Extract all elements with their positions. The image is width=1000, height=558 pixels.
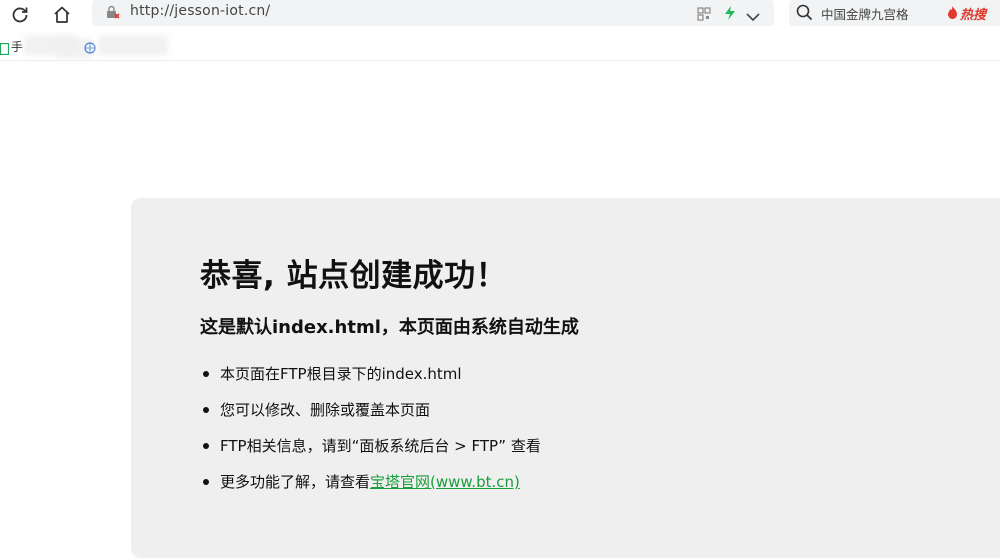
not-secure-icon[interactable] bbox=[105, 5, 121, 25]
bookmark-page-icon bbox=[0, 40, 10, 59]
list-item: 本页面在FTP根目录下的index.html bbox=[200, 362, 541, 398]
globe-icon bbox=[84, 39, 96, 58]
browser-toolbar: http://jesson-iot.cn/ 中国金牌九宫格 热搜 bbox=[0, 0, 1000, 30]
reload-icon[interactable] bbox=[8, 3, 32, 27]
home-icon[interactable] bbox=[50, 3, 74, 27]
page-subtitle: 这是默认index.html，本页面由系统自动生成 bbox=[200, 317, 579, 338]
bullet-icon bbox=[203, 407, 209, 413]
bullet-icon bbox=[203, 443, 209, 449]
list-item: FTP相关信息，请到“面板系统后台 > FTP” 查看 bbox=[200, 434, 541, 470]
bookmarks-bar: 手 bbox=[0, 32, 1000, 61]
chevron-down-icon[interactable] bbox=[746, 7, 760, 26]
bullet-icon bbox=[203, 371, 209, 377]
list-item-text: 更多功能了解，请查看 bbox=[220, 473, 371, 491]
qr-code-icon[interactable] bbox=[697, 6, 711, 25]
bt-official-link[interactable]: 宝塔官网(www.bt.cn) bbox=[370, 473, 520, 491]
search-icon[interactable] bbox=[796, 4, 813, 25]
fire-icon bbox=[946, 5, 959, 24]
search-input[interactable]: 中国金牌九宫格 bbox=[821, 4, 909, 23]
list-item-text: 本页面在FTP根目录下的index.html bbox=[220, 365, 462, 383]
list-item-text: FTP相关信息，请到“面板系统后台 > FTP” 查看 bbox=[220, 437, 541, 455]
bookmark-item-1[interactable]: 手 bbox=[11, 38, 23, 55]
page-title: 恭喜, 站点创建成功！ bbox=[200, 258, 508, 294]
bolt-icon[interactable] bbox=[723, 5, 737, 25]
blurred-bookmark[interactable] bbox=[98, 35, 168, 55]
address-bar[interactable]: http://jesson-iot.cn/ bbox=[92, 0, 774, 26]
list-item: 更多功能了解，请查看宝塔官网(www.bt.cn) bbox=[200, 470, 541, 506]
hot-search-label[interactable]: 热搜 bbox=[960, 4, 986, 23]
list-item-text: 您可以修改、删除或覆盖本页面 bbox=[220, 401, 431, 419]
list-item: 您可以修改、删除或覆盖本页面 bbox=[200, 398, 541, 434]
url-text[interactable]: http://jesson-iot.cn/ bbox=[130, 3, 270, 19]
info-list: 本页面在FTP根目录下的index.html 您可以修改、删除或覆盖本页面 FT… bbox=[200, 362, 541, 506]
bullet-icon bbox=[203, 479, 209, 485]
